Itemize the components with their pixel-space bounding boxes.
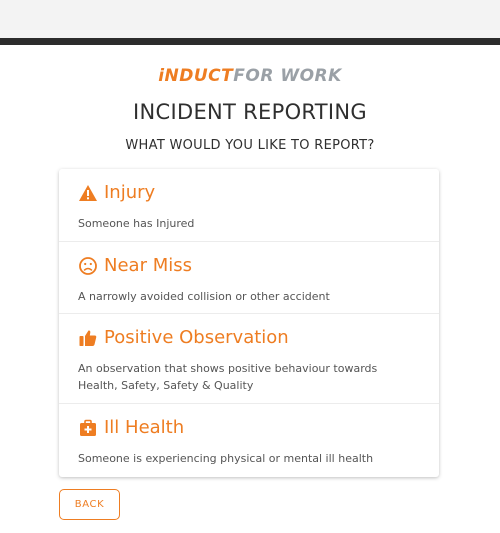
induct-for-work-logo: iNDUCTFOR WORK bbox=[0, 66, 500, 86]
warning-icon bbox=[78, 183, 98, 203]
option-near-miss[interactable]: Near Miss A narrowly avoided collision o… bbox=[59, 241, 439, 313]
option-positive-observation[interactable]: Positive Observation An observation that… bbox=[59, 313, 439, 403]
medical-bag-icon bbox=[78, 418, 98, 438]
option-description: Someone has Injured bbox=[78, 217, 195, 230]
option-title: Positive Observation bbox=[104, 327, 289, 348]
report-options-card: Injury Someone has Injured Near Miss A n… bbox=[59, 169, 439, 477]
option-title: Ill Health bbox=[104, 417, 185, 438]
page-title: INCIDENT REPORTING bbox=[133, 100, 367, 124]
browser-top-strip bbox=[0, 0, 500, 38]
option-header: Near Miss bbox=[78, 253, 420, 279]
option-title: Near Miss bbox=[104, 255, 192, 276]
thumbs-up-icon bbox=[78, 328, 98, 348]
option-description: Someone is experiencing physical or ment… bbox=[78, 452, 374, 465]
back-button[interactable]: BACK bbox=[59, 489, 120, 520]
frown-face-icon bbox=[78, 256, 98, 276]
logo-text-induct: iNDUCT bbox=[158, 66, 234, 86]
option-ill-health[interactable]: Ill Health Someone is experiencing physi… bbox=[59, 403, 439, 477]
option-header: Ill Health bbox=[78, 415, 420, 441]
option-title: Injury bbox=[104, 182, 156, 203]
option-header: Injury bbox=[78, 180, 420, 206]
page-subtitle: WHAT WOULD YOU LIKE TO REPORT? bbox=[125, 138, 375, 153]
option-header: Positive Observation bbox=[78, 325, 420, 351]
logo-text-for-work: FOR WORK bbox=[233, 66, 342, 86]
option-description: A narrowly avoided collision or other ac… bbox=[78, 290, 330, 303]
option-injury[interactable]: Injury Someone has Injured bbox=[59, 169, 439, 241]
option-description: An observation that shows positive behav… bbox=[78, 362, 378, 392]
top-dark-bar bbox=[0, 38, 500, 45]
